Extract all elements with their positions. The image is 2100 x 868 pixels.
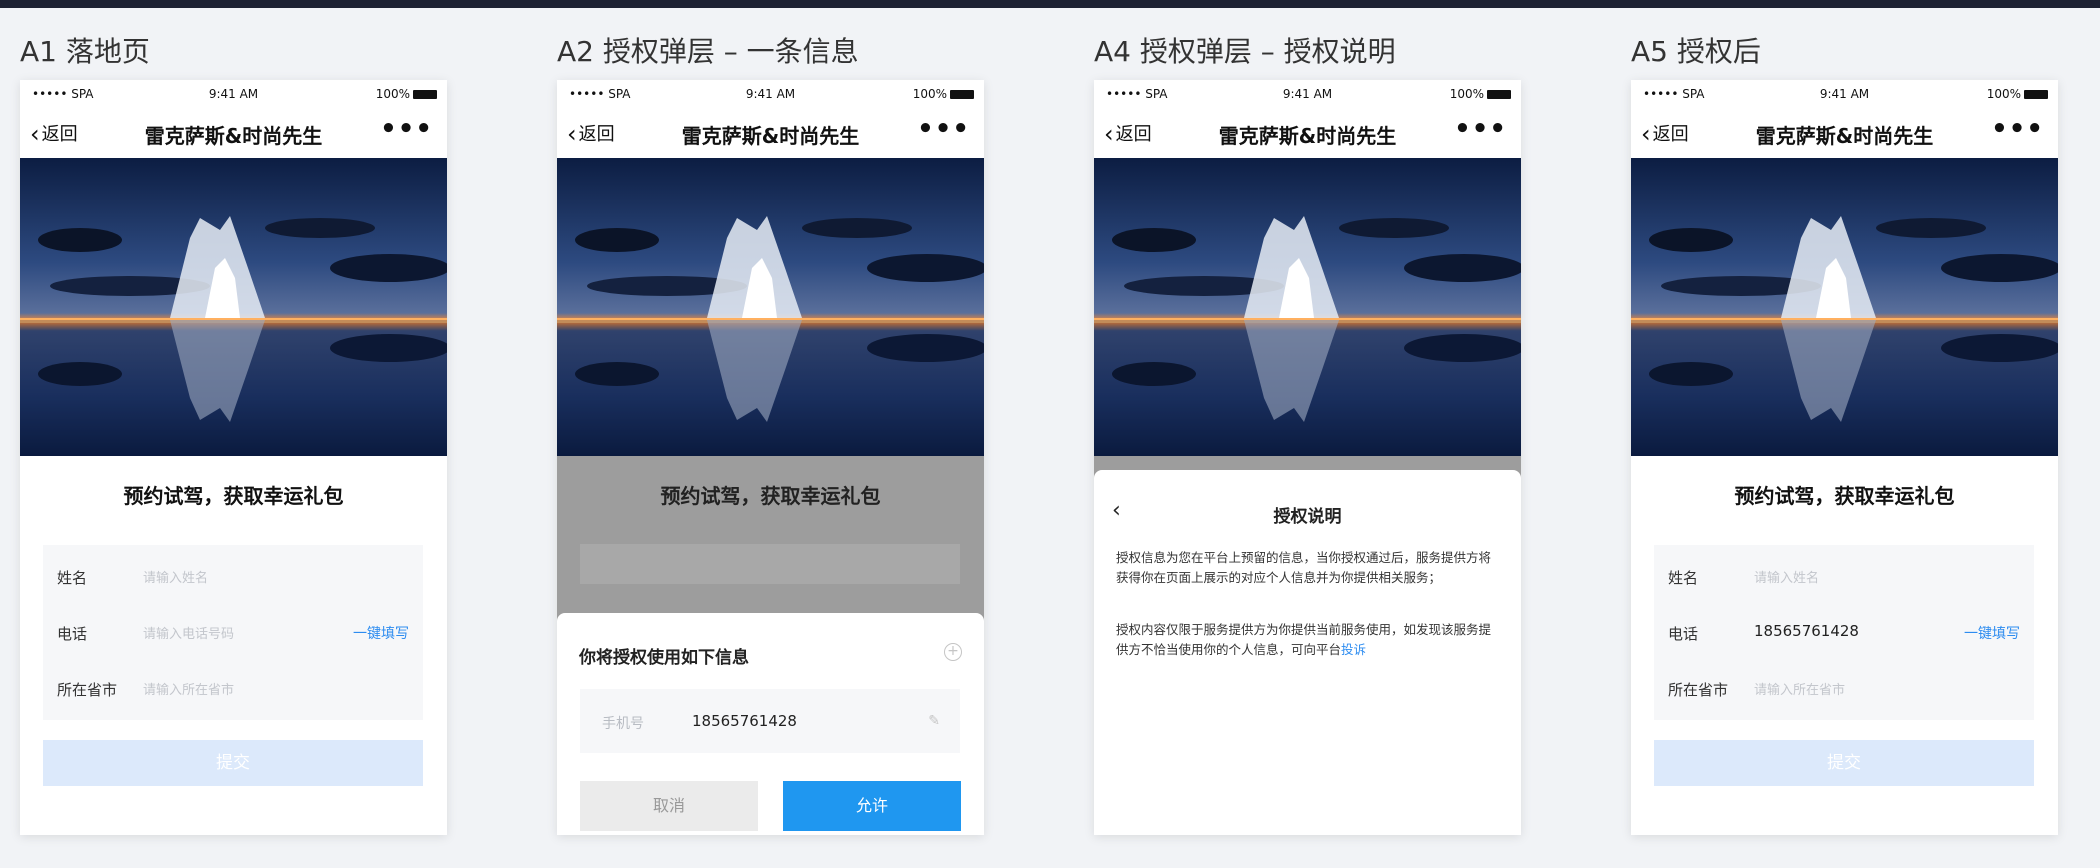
hero-image	[557, 158, 984, 456]
hero-image	[1631, 158, 2058, 456]
form-row-city: 所在省市 请输入所在省市	[43, 661, 423, 717]
battery-icon	[950, 90, 974, 99]
more-icon[interactable]: •••	[1991, 114, 2044, 144]
cancel-button[interactable]: 取消	[580, 781, 758, 831]
status-bar: ••••• SPA 9:41 AM 100%	[20, 80, 447, 108]
nav-bar: ‹ 返回 雷克萨斯&时尚先生 •••	[1631, 108, 2058, 152]
form-row-name: 姓名 请输入姓名	[1654, 549, 2034, 605]
form-row-phone: 电话 18565761428 一键填写	[1654, 605, 2034, 661]
allow-button[interactable]: 允许	[783, 781, 961, 831]
phone-label: 电话	[57, 625, 88, 643]
quick-fill-button[interactable]: 一键填写	[1964, 623, 2020, 643]
quick-fill-button[interactable]: 一键填写	[353, 623, 409, 643]
battery-icon	[1487, 90, 1511, 99]
hero-image	[20, 158, 447, 456]
screen-title: A1 落地页	[20, 35, 150, 68]
screen-title: A5 授权后	[1631, 35, 1761, 68]
more-icon[interactable]: •••	[917, 114, 970, 144]
phone-frame: ••••• SPA 9:41 AM 100% ‹ 返回 雷克萨斯&时尚先生 •••…	[20, 80, 447, 835]
battery-percent: 100%	[375, 87, 410, 101]
screen-title: A2 授权弹层 – 一条信息	[557, 35, 859, 68]
phone-input[interactable]: 请输入电话号码	[143, 623, 323, 642]
phone-frame: ••••• SPA 9:41 AM 100% ‹ 返回 雷克萨斯&时尚先生 •••…	[1094, 80, 1521, 835]
explanation-paragraph-1: 授权信息为您在平台上预留的信息，当你授权通过后，服务提供方将获得你在页面上展示的…	[1116, 550, 1492, 585]
dimmed-form-box	[580, 544, 960, 584]
top-dark-bar	[0, 0, 2100, 8]
more-icon[interactable]: •••	[1454, 114, 1507, 144]
screen-a1: A1 落地页 ••••• SPA 9:41 AM 100% ‹ 返回 雷克萨斯&时…	[20, 32, 450, 835]
status-bar: ••••• SPA 9:41 AM 100%	[1094, 80, 1521, 108]
submit-button[interactable]: 提交	[43, 740, 423, 786]
name-label: 姓名	[57, 569, 88, 587]
hero-scene	[557, 158, 984, 456]
phone-field-value: 18565761428	[692, 712, 797, 730]
submit-button[interactable]: 提交	[1654, 740, 2034, 786]
name-label: 姓名	[1668, 569, 1699, 587]
sheet-title: 授权说明	[1273, 507, 1342, 527]
form-row-phone: 电话 请输入电话号码 一键填写	[43, 605, 423, 661]
battery-indicator: 100%	[1450, 87, 1511, 101]
status-bar: ••••• SPA 9:41 AM 100%	[557, 80, 984, 108]
phone-input[interactable]: 18565761428	[1754, 622, 1859, 640]
sheet-title: 你将授权使用如下信息	[579, 648, 749, 668]
status-bar: ••••• SPA 9:41 AM 100%	[1631, 80, 2058, 108]
battery-icon	[2024, 90, 2048, 99]
explanation-text: 授权内容仅限于服务提供方为你提供当前服务使用，如发现该服务提供方不恰当使用你的个…	[1116, 622, 1492, 657]
hero-image	[1094, 158, 1521, 456]
screen-a4: A4 授权弹层 – 授权说明 ••••• SPA 9:41 AM 100% ‹ 返…	[1094, 32, 1524, 835]
hero-scene	[1631, 158, 2058, 456]
info-row-phone: 手机号 18565761428 ✎	[580, 689, 960, 753]
nav-bar: ‹ 返回 雷克萨斯&时尚先生 •••	[557, 108, 984, 152]
battery-indicator: 100%	[913, 87, 974, 101]
battery-percent: 100%	[1449, 87, 1484, 101]
battery-icon	[413, 90, 437, 99]
name-input[interactable]: 请输入姓名	[1754, 567, 1934, 586]
more-icon[interactable]: •••	[380, 114, 433, 144]
add-circle-icon[interactable]: +	[944, 643, 962, 661]
city-label: 所在省市	[1668, 681, 1729, 699]
battery-percent: 100%	[1986, 87, 2021, 101]
city-input[interactable]: 请输入所在省市	[143, 679, 323, 698]
explanation-paragraph-2: 授权内容仅限于服务提供方为你提供当前服务使用，如发现该服务提供方不恰当使用你的个…	[1116, 620, 1498, 660]
form-heading: 预约试驾，获取幸运礼包	[1734, 484, 1955, 508]
name-input[interactable]: 请输入姓名	[143, 567, 323, 586]
form-box: 姓名 请输入姓名 电话 请输入电话号码 一键填写 所在省市 请输入所在省市	[43, 545, 423, 720]
form-box: 姓名 请输入姓名 电话 18565761428 一键填写 所在省市 请输入所在省…	[1654, 545, 2034, 720]
screen-a2: A2 授权弹层 – 一条信息 ••••• SPA 9:41 AM 100% ‹ 返…	[557, 32, 987, 835]
city-label: 所在省市	[57, 681, 118, 699]
authorization-sheet: 你将授权使用如下信息 + 手机号 18565761428 ✎ 取消 允许	[557, 613, 984, 835]
form-heading: 预约试驾，获取幸运礼包	[123, 484, 344, 508]
screen-title: A4 授权弹层 – 授权说明	[1094, 35, 1396, 68]
battery-indicator: 100%	[1987, 87, 2048, 101]
edit-icon[interactable]: ✎	[928, 713, 940, 729]
hero-scene	[1094, 158, 1521, 456]
phone-frame: ••••• SPA 9:41 AM 100% ‹ 返回 雷克萨斯&时尚先生 •••…	[1631, 80, 2058, 835]
city-input[interactable]: 请输入所在省市	[1754, 679, 1934, 698]
complaint-link[interactable]: 投诉	[1341, 642, 1366, 657]
battery-indicator: 100%	[376, 87, 437, 101]
nav-bar: ‹ 返回 雷克萨斯&时尚先生 •••	[20, 108, 447, 152]
nav-bar: ‹ 返回 雷克萨斯&时尚先生 •••	[1094, 108, 1521, 152]
hero-scene	[20, 158, 447, 456]
form-row-name: 姓名 请输入姓名	[43, 549, 423, 605]
background-heading: 预约试驾，获取幸运礼包	[660, 484, 881, 508]
phone-frame: ••••• SPA 9:41 AM 100% ‹ 返回 雷克萨斯&时尚先生 •••…	[557, 80, 984, 835]
phone-field-label: 手机号	[602, 716, 644, 732]
authorization-explanation-sheet: ‹ 授权说明 授权信息为您在平台上预留的信息，当你授权通过后，服务提供方将获得你…	[1094, 470, 1521, 835]
form-row-city: 所在省市 请输入所在省市	[1654, 661, 2034, 717]
phone-label: 电话	[1668, 625, 1699, 643]
screen-a5: A5 授权后 ••••• SPA 9:41 AM 100% ‹ 返回 雷克萨斯&时…	[1631, 32, 2061, 835]
battery-percent: 100%	[912, 87, 947, 101]
